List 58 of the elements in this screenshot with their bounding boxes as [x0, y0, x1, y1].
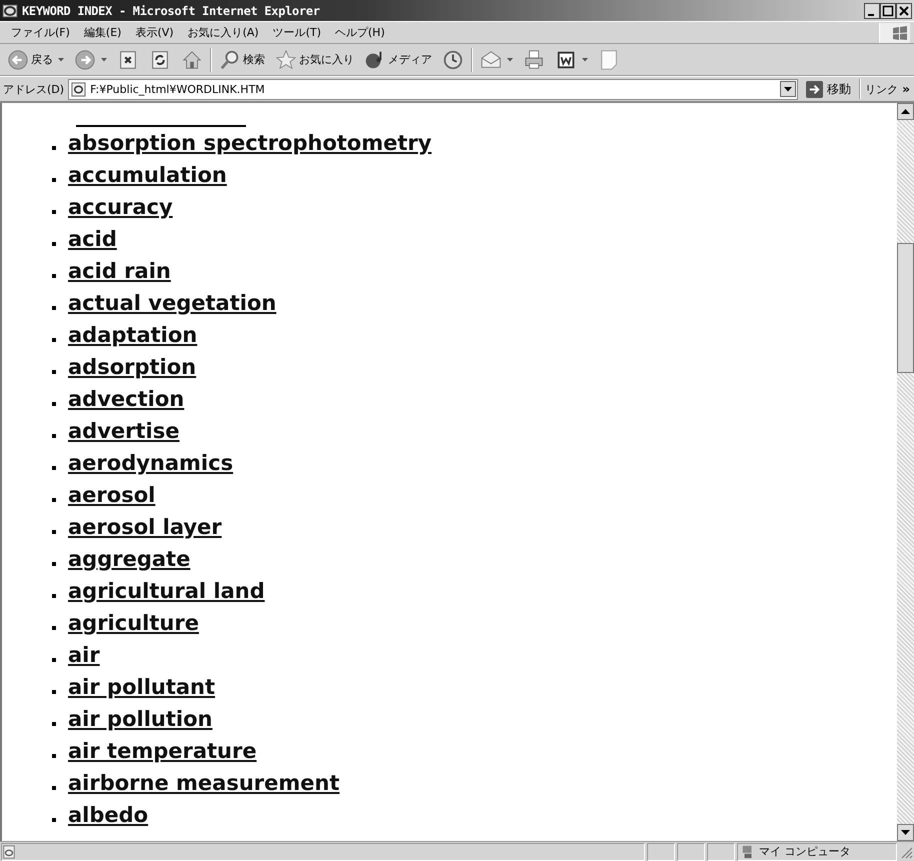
menu-item[interactable]: お気に入り(A) [180, 25, 266, 40]
menu-item[interactable]: 編集(E) [76, 25, 128, 40]
keyword-link[interactable]: agricultural land [68, 576, 265, 606]
address-label: アドレス(D) [3, 82, 64, 96]
keyword-link[interactable]: airborne measurement [68, 768, 340, 798]
printer-icon [523, 48, 545, 70]
menu-item[interactable]: ツール(T) [266, 25, 328, 40]
keyword-link[interactable]: air pollutant [68, 672, 216, 702]
keyword-link[interactable]: accumulation [68, 160, 227, 190]
keyword-link[interactable]: accuracy [68, 192, 173, 222]
star-icon [275, 48, 297, 70]
menu-item[interactable]: 表示(V) [128, 25, 181, 40]
keyword-link[interactable]: aerodynamics [68, 448, 234, 478]
favorites-button[interactable]: お気に入り [272, 46, 357, 74]
zone-label: マイ コンピュータ [759, 844, 850, 859]
keyword-link[interactable]: air pollution [68, 704, 212, 734]
keyword-link[interactable]: advection [68, 384, 184, 414]
resize-grip-icon[interactable] [899, 844, 913, 858]
menu-item[interactable]: ファイル(F) [4, 25, 77, 40]
keyword-link[interactable]: aggregate [68, 544, 190, 574]
scroll-thumb[interactable] [897, 243, 914, 373]
page-icon [2, 844, 16, 858]
back-button[interactable]: 戻る [4, 46, 67, 74]
refresh-icon [149, 48, 171, 70]
more-chevron[interactable]: » [902, 82, 910, 96]
keyword-link[interactable]: advertise [68, 416, 180, 446]
keyword-link[interactable]: air temperature [68, 736, 257, 766]
menu-item[interactable]: ヘルプ(H) [328, 25, 392, 40]
maximize-icon[interactable] [880, 2, 896, 18]
close-icon[interactable] [896, 2, 912, 18]
house-icon [181, 48, 203, 70]
x-page-icon [117, 48, 139, 70]
minimize-icon[interactable] [864, 2, 880, 18]
keyword-link[interactable]: adaptation [68, 320, 198, 350]
dropdown-icon[interactable] [780, 81, 796, 97]
keyword-link[interactable]: air [68, 640, 100, 670]
keyword-link[interactable]: agriculture [68, 608, 199, 638]
browser-icon [2, 2, 18, 18]
links-label[interactable]: リンク [865, 82, 898, 96]
keyword-link[interactable]: aerosol layer [68, 512, 222, 542]
search-button[interactable]: 検索 [216, 46, 268, 74]
search-icon [219, 48, 241, 70]
envelope-icon [480, 48, 502, 70]
media-button[interactable]: メディア [361, 46, 435, 74]
window-title: KEYWORD INDEX - Microsoft Internet Explorer [22, 4, 321, 18]
blank-page-icon [598, 48, 620, 70]
scrollbar[interactable] [897, 103, 914, 841]
keyword-link[interactable]: actual vegetation [68, 288, 276, 318]
keyword-link[interactable]: adsorption [68, 352, 196, 382]
page-icon [71, 82, 86, 96]
keyword-link[interactable]: albedo [68, 800, 148, 830]
keyword-link[interactable]: acid [68, 224, 117, 254]
keyword-link[interactable]: aerosol [68, 480, 156, 510]
address-field[interactable]: F:¥Public_html¥WORDLINK.HTM [68, 78, 798, 100]
go-button[interactable]: 移動 [802, 80, 856, 98]
keyword-link[interactable]: acid rain [68, 256, 171, 286]
clock-icon [442, 48, 464, 70]
keyword-link[interactable]: absorption spectrophotometry [68, 128, 432, 158]
